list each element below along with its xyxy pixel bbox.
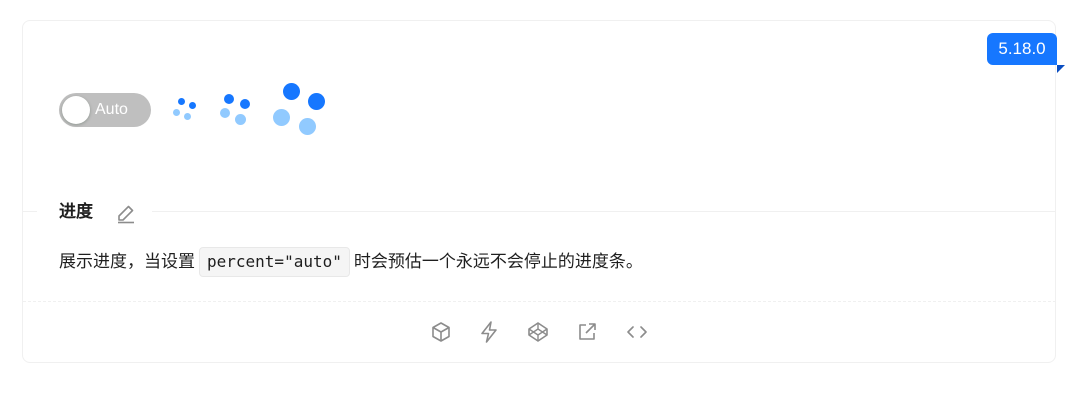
- codepen-button[interactable]: [526, 320, 550, 344]
- codesandbox-button[interactable]: [429, 320, 453, 344]
- codesandbox-icon: [432, 322, 450, 342]
- external-link-icon: [579, 323, 596, 340]
- version-badge: 5.18.0: [987, 33, 1057, 65]
- spin-dot: [299, 118, 316, 135]
- codepen-icon: [528, 322, 548, 342]
- stackblitz-button[interactable]: [477, 320, 501, 344]
- auto-switch[interactable]: Auto: [59, 93, 151, 127]
- spin-dot: [224, 94, 234, 104]
- spin-dot: [189, 102, 196, 109]
- demo-card: [22, 20, 1056, 363]
- spin-dot: [235, 114, 246, 125]
- spin-small: [172, 96, 198, 122]
- open-new-window-button[interactable]: [575, 320, 599, 344]
- spin-large: [270, 82, 328, 136]
- divider-left: [23, 211, 37, 212]
- version-badge-corner: [1057, 65, 1065, 73]
- switch-knob: [62, 96, 90, 124]
- section-title: 进度: [59, 202, 93, 222]
- show-code-button[interactable]: [625, 320, 649, 344]
- spin-dot: [220, 108, 230, 118]
- desc-before: 展示进度，当设置: [59, 252, 195, 272]
- section-description: 展示进度，当设置 percent="auto" 时会预估一个永远不会停止的进度条。: [59, 245, 643, 279]
- desc-after: 时会预估一个永远不会停止的进度条。: [353, 252, 643, 272]
- divider-right: [152, 211, 1056, 212]
- spin-dot: [178, 98, 185, 105]
- spin-dot: [184, 113, 191, 120]
- edit-icon[interactable]: [115, 202, 137, 224]
- switch-label: Auto: [95, 101, 128, 118]
- spin-default: [220, 92, 252, 126]
- code-snippet: percent="auto": [199, 247, 350, 277]
- spin-dot: [308, 93, 325, 110]
- spin-dot: [283, 83, 300, 100]
- actions-divider: [23, 301, 1056, 302]
- spin-dot: [273, 109, 290, 126]
- spin-dot: [240, 99, 250, 109]
- stackblitz-icon: [481, 321, 497, 343]
- spin-dot: [173, 109, 180, 116]
- code-icon: [627, 326, 647, 338]
